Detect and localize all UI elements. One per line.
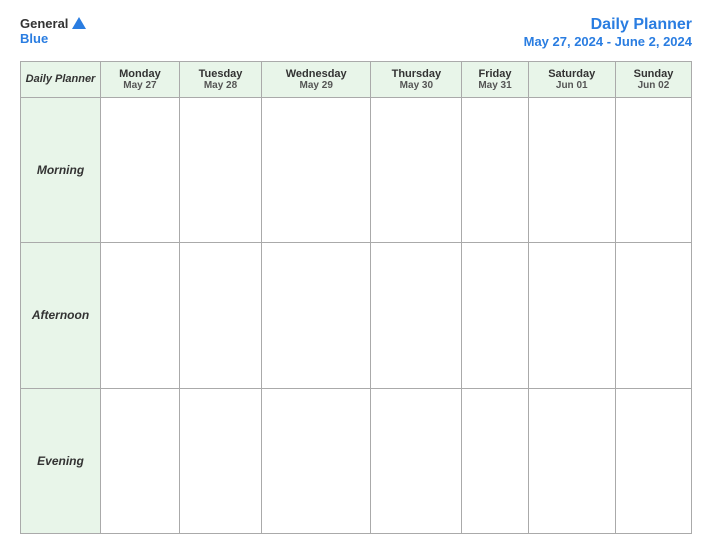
calendar-table: Daily Planner Monday May 27 Tuesday May … xyxy=(20,61,692,534)
evening-friday[interactable] xyxy=(462,388,528,533)
saturday-name: Saturday xyxy=(533,68,611,80)
friday-name: Friday xyxy=(466,68,523,80)
afternoon-wednesday[interactable] xyxy=(262,243,371,388)
monday-name: Monday xyxy=(105,68,175,80)
planner-date-range: May 27, 2024 - June 2, 2024 xyxy=(524,34,692,49)
logo-area: General Blue xyxy=(20,16,86,46)
col-friday: Friday May 31 xyxy=(462,62,528,98)
sunday-name: Sunday xyxy=(620,68,687,80)
afternoon-label: Afternoon xyxy=(21,243,101,388)
morning-sunday[interactable] xyxy=(615,98,691,243)
table-label-header: Daily Planner xyxy=(21,62,101,98)
sunday-date: Jun 02 xyxy=(620,80,687,91)
morning-wednesday[interactable] xyxy=(262,98,371,243)
logo-triangle-icon xyxy=(72,17,86,29)
afternoon-friday[interactable] xyxy=(462,243,528,388)
evening-row: Evening xyxy=(21,388,692,533)
friday-date: May 31 xyxy=(466,80,523,91)
evening-saturday[interactable] xyxy=(528,388,615,533)
morning-monday[interactable] xyxy=(101,98,180,243)
col-tuesday: Tuesday May 28 xyxy=(179,62,261,98)
monday-date: May 27 xyxy=(105,80,175,91)
morning-saturday[interactable] xyxy=(528,98,615,243)
morning-friday[interactable] xyxy=(462,98,528,243)
morning-thursday[interactable] xyxy=(371,98,462,243)
afternoon-monday[interactable] xyxy=(101,243,180,388)
col-monday: Monday May 27 xyxy=(101,62,180,98)
afternoon-saturday[interactable] xyxy=(528,243,615,388)
evening-sunday[interactable] xyxy=(615,388,691,533)
afternoon-row: Afternoon xyxy=(21,243,692,388)
evening-thursday[interactable] xyxy=(371,388,462,533)
wednesday-date: May 29 xyxy=(266,80,366,91)
afternoon-thursday[interactable] xyxy=(371,243,462,388)
header: General Blue Daily Planner May 27, 2024 … xyxy=(20,16,692,49)
col-sunday: Sunday Jun 02 xyxy=(615,62,691,98)
evening-wednesday[interactable] xyxy=(262,388,371,533)
planner-title: Daily Planner xyxy=(524,16,692,34)
thursday-date: May 30 xyxy=(375,80,457,91)
thursday-name: Thursday xyxy=(375,68,457,80)
evening-monday[interactable] xyxy=(101,388,180,533)
saturday-date: Jun 01 xyxy=(533,80,611,91)
logo-blue-text: Blue xyxy=(20,31,48,46)
logo-text: General xyxy=(20,16,86,31)
col-thursday: Thursday May 30 xyxy=(371,62,462,98)
afternoon-tuesday[interactable] xyxy=(179,243,261,388)
wednesday-name: Wednesday xyxy=(266,68,366,80)
header-row: Daily Planner Monday May 27 Tuesday May … xyxy=(21,62,692,98)
logo-general-text: General xyxy=(20,16,68,31)
afternoon-sunday[interactable] xyxy=(615,243,691,388)
col-saturday: Saturday Jun 01 xyxy=(528,62,615,98)
morning-tuesday[interactable] xyxy=(179,98,261,243)
morning-label: Morning xyxy=(21,98,101,243)
evening-label: Evening xyxy=(21,388,101,533)
page: General Blue Daily Planner May 27, 2024 … xyxy=(0,0,712,550)
evening-tuesday[interactable] xyxy=(179,388,261,533)
title-area: Daily Planner May 27, 2024 - June 2, 202… xyxy=(524,16,692,49)
morning-row: Morning xyxy=(21,98,692,243)
tuesday-date: May 28 xyxy=(184,80,257,91)
col-wednesday: Wednesday May 29 xyxy=(262,62,371,98)
tuesday-name: Tuesday xyxy=(184,68,257,80)
